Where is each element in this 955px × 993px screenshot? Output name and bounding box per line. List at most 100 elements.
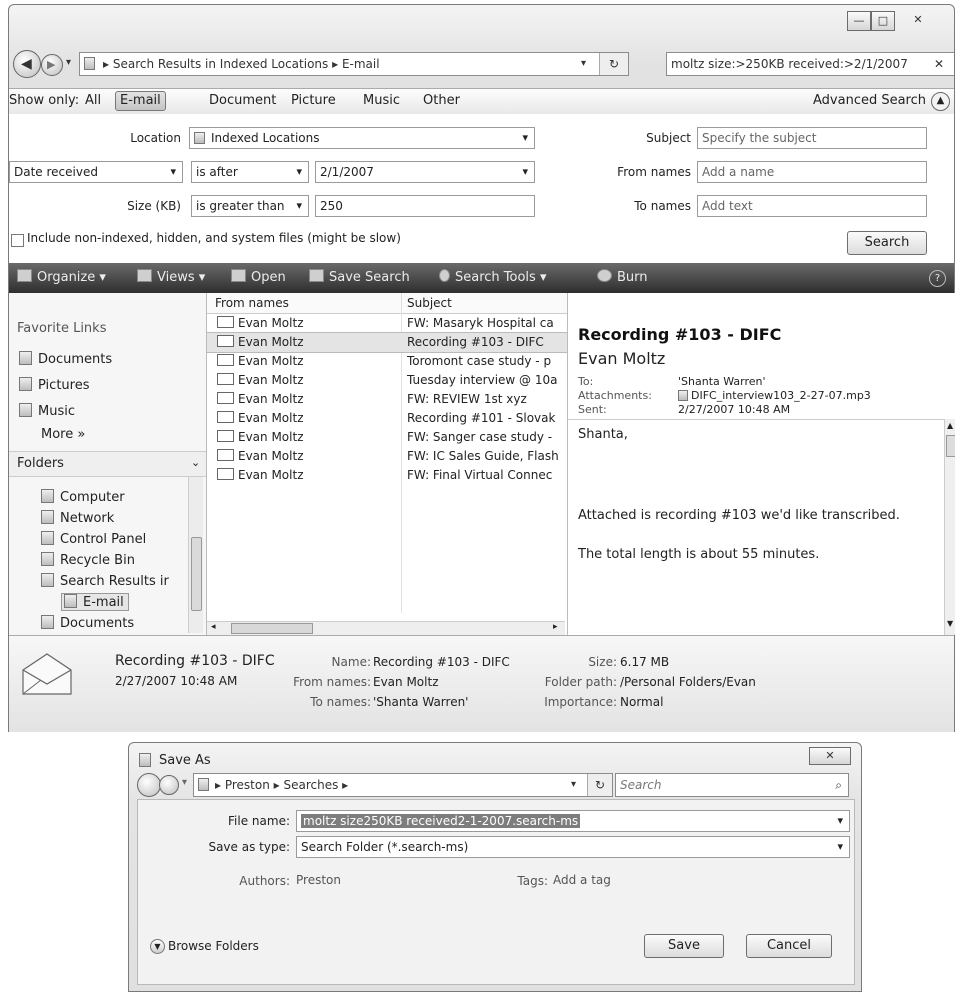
advanced-search-toggle[interactable]: Advanced Search [813, 89, 926, 113]
breadcrumb-searches[interactable]: Searches [283, 778, 338, 792]
preview-scrollbar[interactable]: ▲ ▼ [944, 419, 955, 635]
dialog-refresh-icon[interactable]: ↻ [587, 774, 612, 796]
back-button[interactable]: ◀ [13, 50, 41, 78]
table-row[interactable]: Evan Moltz Recording #101 - Slovak [207, 409, 567, 428]
folder-network[interactable]: Network [41, 510, 114, 526]
list-hscrollbar[interactable]: ◂ ▸ [207, 621, 565, 635]
folders-header[interactable]: Folders ⌄ [9, 451, 206, 477]
location-select[interactable]: Indexed Locations [189, 127, 535, 149]
clear-search-icon[interactable]: ✕ [934, 53, 944, 75]
recent-pages-chevron-icon[interactable]: ▾ [66, 57, 71, 68]
filter-other[interactable]: Other [423, 89, 460, 113]
search-button[interactable]: Search [847, 231, 927, 255]
maximize-button[interactable]: □ [871, 11, 895, 31]
list-hscroll-thumb[interactable] [231, 623, 313, 634]
dialog-search-input[interactable]: Search ⌕ [615, 773, 849, 797]
dialog-recent-chevron-icon[interactable]: ▾ [182, 777, 187, 788]
address-dropdown-icon[interactable]: ▾ [581, 53, 586, 75]
preview-scroll-thumb[interactable] [946, 435, 955, 457]
search-tools-menu[interactable]: Search Tools ▾ [439, 263, 547, 293]
open-button[interactable]: Open [231, 263, 286, 293]
minimize-button[interactable]: — [847, 11, 871, 31]
favorite-documents[interactable]: Documents [19, 351, 112, 367]
filter-document[interactable]: Document [209, 89, 276, 113]
table-row[interactable]: Evan Moltz FW: REVIEW 1st xyz [207, 390, 567, 409]
column-from-names[interactable]: From names [215, 296, 289, 310]
table-row[interactable]: Evan Moltz FW: Sanger case study - [207, 428, 567, 447]
help-icon[interactable]: ? [929, 270, 946, 287]
attachment-link[interactable]: DIFC_interview103_2-27-07.mp3 [678, 389, 871, 403]
scroll-up-icon[interactable]: ▲ [947, 421, 953, 430]
filter-music[interactable]: Music [363, 89, 400, 113]
dialog-search-icon[interactable]: ⌕ [835, 774, 842, 796]
organize-menu[interactable]: Organize ▾ [17, 263, 106, 293]
email-folder-icon [64, 594, 77, 608]
dialog-address-dropdown-icon[interactable]: ▾ [571, 774, 576, 796]
folder-recycle-bin[interactable]: Recycle Bin [41, 552, 135, 568]
folder-documents-label: Documents [60, 616, 135, 631]
folder-email[interactable]: E-mail [61, 593, 129, 611]
table-row[interactable]: Evan Moltz FW: Masaryk Hospital ca [207, 314, 567, 333]
more-links[interactable]: More » [41, 427, 85, 442]
burn-button[interactable]: Burn [597, 263, 648, 293]
close-button[interactable]: ✕ [895, 11, 941, 31]
authors-label: Authors: [239, 874, 290, 888]
envelope-icon [22, 653, 72, 695]
to-names-input[interactable]: Add text [697, 195, 927, 217]
views-menu[interactable]: Views ▾ [137, 263, 205, 293]
browse-folders-chevron-icon[interactable]: ▼ [150, 939, 165, 954]
cancel-button[interactable]: Cancel [746, 934, 832, 958]
folder-computer[interactable]: Computer [41, 489, 125, 505]
size-operator-select[interactable]: is greater than [191, 195, 309, 217]
table-row[interactable]: Evan Moltz Recording #103 - DIFC [206, 332, 568, 353]
table-row[interactable]: Evan Moltz Toromont case study - p [207, 352, 567, 371]
breadcrumb-preston[interactable]: Preston [225, 778, 270, 792]
dialog-forward-button[interactable] [159, 775, 179, 795]
row-from-text: Evan Moltz [238, 316, 304, 330]
date-field-select[interactable]: Date received [9, 161, 183, 183]
from-names-input[interactable]: Add a name [697, 161, 927, 183]
search-input[interactable]: moltz size:>250KB received:>2/1/2007 ✕ [666, 52, 954, 76]
save-button[interactable]: Save [644, 934, 724, 958]
folders-scrollbar[interactable] [188, 477, 203, 633]
save-search-button[interactable]: Save Search [309, 263, 410, 293]
address-bar[interactable]: ▸ Search Results in Indexed Locations ▸ … [79, 52, 629, 76]
size-value-input[interactable]: 250 [315, 195, 535, 217]
folder-search-results[interactable]: Search Results ir [41, 573, 181, 589]
table-row[interactable]: Evan Moltz Tuesday interview @ 10a [207, 371, 567, 390]
scroll-left-icon[interactable]: ◂ [211, 622, 216, 632]
refresh-icon[interactable]: ↻ [599, 53, 628, 75]
save-as-type-select[interactable]: Search Folder (*.search-ms) [296, 836, 850, 858]
date-operator-select[interactable]: is after [191, 161, 309, 183]
details-pane: Recording #103 - DIFC 2/27/2007 10:48 AM… [9, 635, 954, 732]
subject-input[interactable]: Specify the subject [697, 127, 927, 149]
breadcrumb-email[interactable]: E-mail [342, 57, 380, 71]
scroll-down-icon[interactable]: ▼ [947, 619, 953, 628]
folders-scroll-thumb[interactable] [191, 537, 202, 611]
search-tools-label: Search Tools [455, 270, 536, 285]
dialog-address-bar[interactable]: ▸ Preston ▸ Searches ▸ ▾ ↻ [193, 773, 613, 797]
tags-input[interactable]: Add a tag [553, 873, 611, 887]
scroll-right-icon[interactable]: ▸ [553, 622, 558, 632]
filter-email[interactable]: E-mail [115, 91, 166, 111]
favorite-pictures[interactable]: Pictures [19, 377, 89, 393]
filename-input[interactable]: moltz size250KB received2-1-2007.search-… [296, 810, 850, 832]
browse-folders-toggle[interactable]: Browse Folders [168, 939, 259, 953]
breadcrumb-search-results[interactable]: Search Results in Indexed Locations [113, 57, 328, 71]
preview-header-labels: To: Attachments: Sent: [578, 375, 652, 417]
filter-all[interactable]: All [85, 89, 101, 113]
folder-documents[interactable]: Documents [41, 615, 134, 631]
favorite-music[interactable]: Music [19, 403, 75, 419]
dialog-back-button[interactable] [137, 773, 161, 797]
authors-value[interactable]: Preston [296, 873, 341, 887]
filter-picture[interactable]: Picture [291, 89, 336, 113]
collapse-chevron-icon[interactable]: ▲ [931, 92, 950, 111]
folder-control-panel[interactable]: Control Panel [41, 531, 146, 547]
table-row[interactable]: Evan Moltz FW: Final Virtual Connec [207, 466, 567, 485]
table-row[interactable]: Evan Moltz FW: IC Sales Guide, Flash [207, 447, 567, 466]
date-value-picker[interactable]: 2/1/2007 [315, 161, 535, 183]
forward-button[interactable]: ▶ [41, 54, 63, 76]
column-subject[interactable]: Subject [407, 296, 452, 310]
dialog-close-button[interactable]: ✕ [809, 747, 851, 765]
include-nonindexed-checkbox[interactable] [11, 234, 24, 247]
